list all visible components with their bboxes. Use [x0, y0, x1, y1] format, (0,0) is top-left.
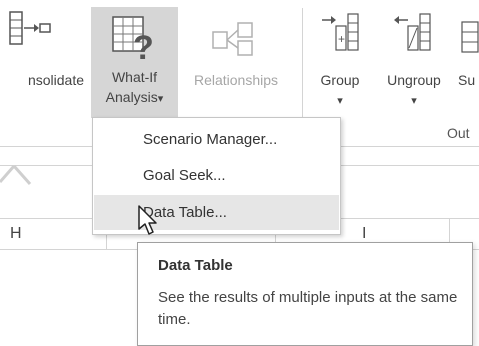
- menu-item-goal-seek[interactable]: Goal Seek...: [94, 158, 339, 193]
- what-if-analysis-button[interactable]: ? What-If Analysis▾: [91, 7, 178, 118]
- what-if-label-line1: What-If: [111, 69, 158, 85]
- what-if-analysis-icon: ?: [112, 16, 154, 63]
- group-icon: +: [322, 13, 359, 51]
- ribbon-separator: [302, 8, 303, 118]
- relationships-button[interactable]: Relationships: [180, 8, 292, 108]
- group-label: Group: [320, 72, 360, 88]
- tooltip-title: Data Table: [158, 257, 233, 274]
- ungroup-dropdown-arrow-icon: ▾: [411, 95, 417, 107]
- relationships-icon: [212, 22, 253, 56]
- subtotal-icon: [461, 21, 479, 53]
- what-if-dropdown-menu: Scenario Manager... Goal Seek... Data Ta…: [92, 117, 341, 235]
- menu-item-data-table[interactable]: Data Table...: [94, 195, 339, 230]
- ungroup-icon: [394, 13, 431, 51]
- menu-item-label: Scenario Manager...: [143, 131, 278, 148]
- group-button[interactable]: + Group ▾: [310, 8, 370, 118]
- outline-group-label: Out: [447, 125, 470, 141]
- data-table-tooltip: Data Table See the results of multiple i…: [137, 242, 473, 346]
- consolidate-icon: [9, 11, 51, 45]
- menu-item-label: Goal Seek...: [143, 167, 226, 184]
- mouse-pointer-icon: [138, 205, 157, 235]
- consolidate-button[interactable]: nsolidate: [0, 8, 88, 108]
- ungroup-button[interactable]: Ungroup ▾: [374, 8, 454, 118]
- consolidate-label: nsolidate: [27, 72, 84, 88]
- column-header-h[interactable]: H: [10, 225, 22, 243]
- ungroup-label: Ungroup: [387, 72, 441, 88]
- svg-text:?: ?: [133, 29, 154, 63]
- svg-text:+: +: [338, 32, 345, 46]
- menu-item-scenario-manager[interactable]: Scenario Manager...: [94, 122, 339, 157]
- group-dropdown-arrow-icon: ▾: [337, 95, 343, 107]
- tooltip-description: See the results of multiple inputs at th…: [158, 289, 458, 328]
- relationships-label: Relationships: [193, 72, 279, 88]
- dropdown-arrow-icon: ▾: [157, 93, 164, 105]
- subtotal-label: Su: [458, 72, 476, 88]
- what-if-label-line2: Analysis: [105, 89, 158, 105]
- column-header-i[interactable]: I: [362, 225, 366, 243]
- subtotal-button[interactable]: Su: [456, 8, 479, 118]
- sketch-decoration: [0, 165, 32, 185]
